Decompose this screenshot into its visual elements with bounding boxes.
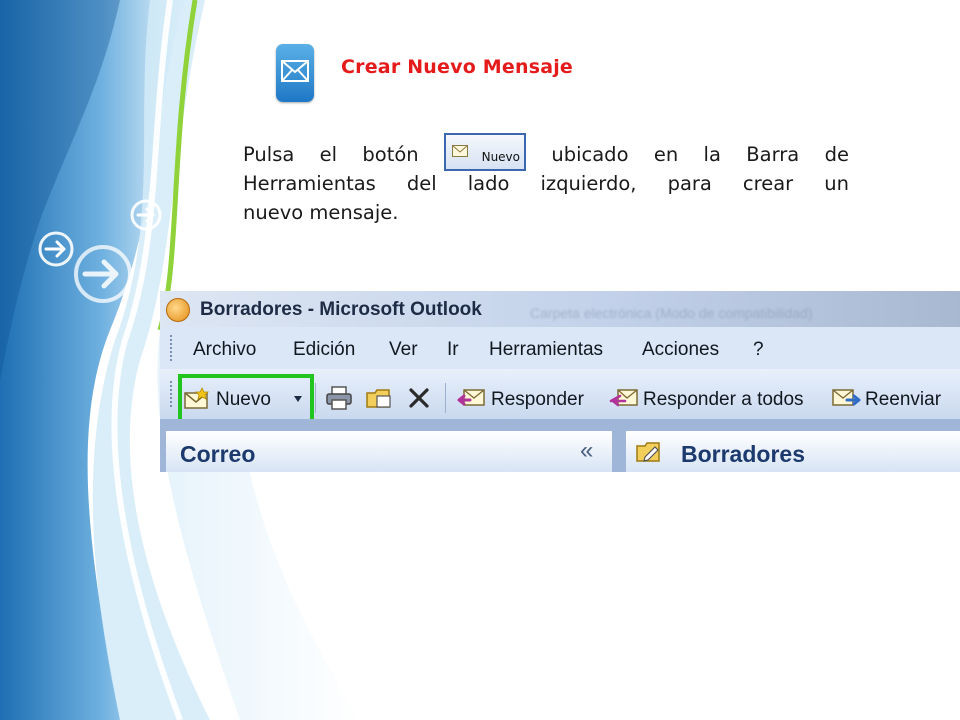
outlook-screenshot: Borradores - Microsoft Outlook Carpeta e… <box>160 291 960 472</box>
slide-title: Crear Nuevo Mensaje <box>341 56 574 78</box>
print-icon[interactable] <box>325 385 353 411</box>
inline-nuevo-label: Nuevo <box>481 149 521 164</box>
paragraph-word: Pulsa <box>243 143 295 166</box>
paragraph-word: en <box>653 143 679 166</box>
collapse-pane-icon[interactable]: « <box>580 437 593 465</box>
paragraph-line-3: nuevo mensaje. <box>243 201 399 224</box>
drafts-folder-icon <box>636 442 660 462</box>
outlook-window-title: Borradores - Microsoft Outlook <box>200 299 482 320</box>
paragraph-word: Barra <box>746 143 800 166</box>
menu-archivo[interactable]: Archivo <box>193 339 256 361</box>
toolbar-responder-button[interactable]: Responder <box>491 389 584 411</box>
paragraph-word: de <box>824 143 849 166</box>
outlook-panes: Correo « Borradores <box>160 419 960 472</box>
menu-ver[interactable]: Ver <box>389 339 418 361</box>
menu-acciones[interactable]: Acciones <box>642 339 719 361</box>
arrow-right-icon <box>74 245 132 303</box>
menu-edicion[interactable]: Edición <box>293 339 355 361</box>
paragraph-word: el <box>319 143 338 166</box>
reply-all-icon <box>609 389 638 407</box>
menu-help[interactable]: ? <box>753 339 764 361</box>
reply-icon <box>457 389 485 406</box>
paragraph-line-1: Pulsa el botón Nuevo ubicado en la Barra… <box>243 132 849 171</box>
menubar-grip[interactable] <box>170 335 174 361</box>
instruction-paragraph: Pulsa el botón Nuevo ubicado en la Barra… <box>243 132 849 227</box>
toolbar-separator <box>445 383 446 413</box>
correo-pane-header: Correo « <box>166 431 612 472</box>
inline-nuevo-button-image: Nuevo <box>444 132 527 171</box>
correo-pane-title: Correo <box>180 441 256 467</box>
envelope-icon <box>276 44 314 102</box>
outlook-app-icon <box>166 298 190 322</box>
paragraph-word: botón <box>362 143 419 166</box>
paragraph-word: ubicado <box>551 143 629 166</box>
toolbar-separator <box>315 383 316 413</box>
borradores-pane-title: Borradores <box>681 441 805 467</box>
move-folder-icon[interactable] <box>365 385 393 411</box>
outlook-menubar: Archivo Edición Ver Ir Herramientas Acci… <box>160 327 960 369</box>
toolbar-reenviar-button[interactable]: Reenviar <box>865 389 941 411</box>
outlook-titlebar-blurred-text: Carpeta electrónica (Modo de compatibili… <box>530 305 813 321</box>
menu-ir[interactable]: Ir <box>447 339 459 361</box>
arrow-right-icon <box>130 199 162 231</box>
toolbar-grip[interactable] <box>170 381 174 407</box>
nuevo-mail-icon <box>452 144 469 157</box>
paragraph-line-2: Herramientas del lado izquierdo, para cr… <box>243 172 849 195</box>
delete-icon[interactable] <box>407 386 431 410</box>
borradores-pane-header: Borradores <box>626 431 960 472</box>
forward-icon <box>832 389 861 406</box>
toolbar-responder-a-todos-button[interactable]: Responder a todos <box>643 389 804 411</box>
paragraph-word: la <box>703 143 721 166</box>
menu-herramientas[interactable]: Herramientas <box>489 339 603 361</box>
outlook-titlebar: Borradores - Microsoft Outlook Carpeta e… <box>160 291 960 327</box>
